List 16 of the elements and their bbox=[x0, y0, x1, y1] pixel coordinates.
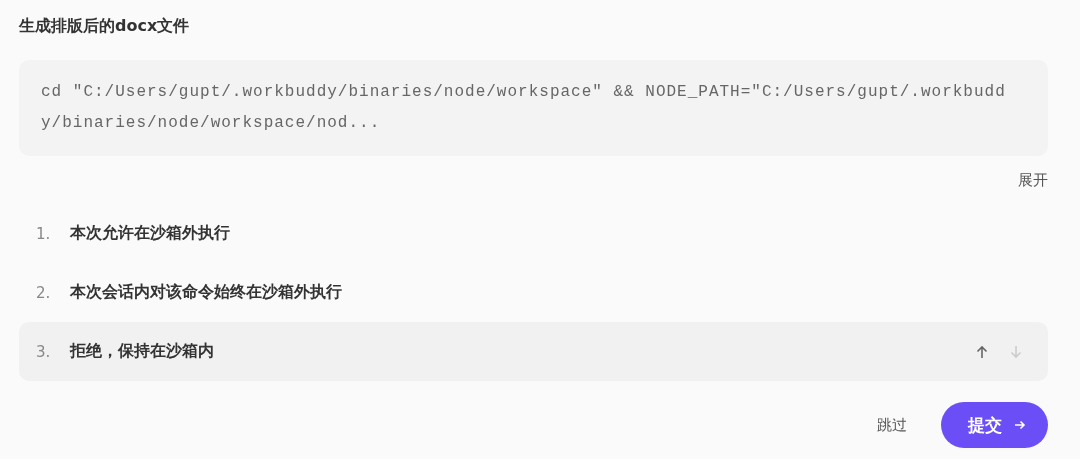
option-number: 3. bbox=[36, 342, 52, 361]
option-row[interactable]: 3. 拒绝，保持在沙箱内 bbox=[19, 322, 1048, 381]
option-number: 2. bbox=[36, 283, 52, 302]
option-label: 本次允许在沙箱外执行 bbox=[70, 223, 231, 244]
option-label: 拒绝，保持在沙箱内 bbox=[70, 341, 215, 362]
option-row[interactable]: 2. 本次会话内对该命令始终在沙箱外执行 bbox=[19, 263, 1048, 322]
option-number: 1. bbox=[36, 224, 52, 243]
option-label: 本次会话内对该命令始终在沙箱外执行 bbox=[70, 282, 343, 303]
expand-link[interactable]: 展开 bbox=[1018, 168, 1048, 192]
section-title: 生成排版后的docx文件 bbox=[19, 15, 191, 37]
arrow-right-icon bbox=[1014, 419, 1026, 431]
command-block: cd "C:/Users/gupt/.workbuddy/binaries/node/workspace" && NODE_PATH="C:/Users/gupt/.workbuddy/binaries/node/workspace/nod... bbox=[19, 60, 1048, 156]
option-row[interactable]: 1. 本次允许在沙箱外执行 bbox=[19, 204, 1048, 263]
arrow-up-icon[interactable] bbox=[976, 344, 988, 359]
submit-button[interactable]: 提交 bbox=[941, 402, 1048, 448]
skip-button[interactable]: 跳过 bbox=[873, 411, 911, 439]
